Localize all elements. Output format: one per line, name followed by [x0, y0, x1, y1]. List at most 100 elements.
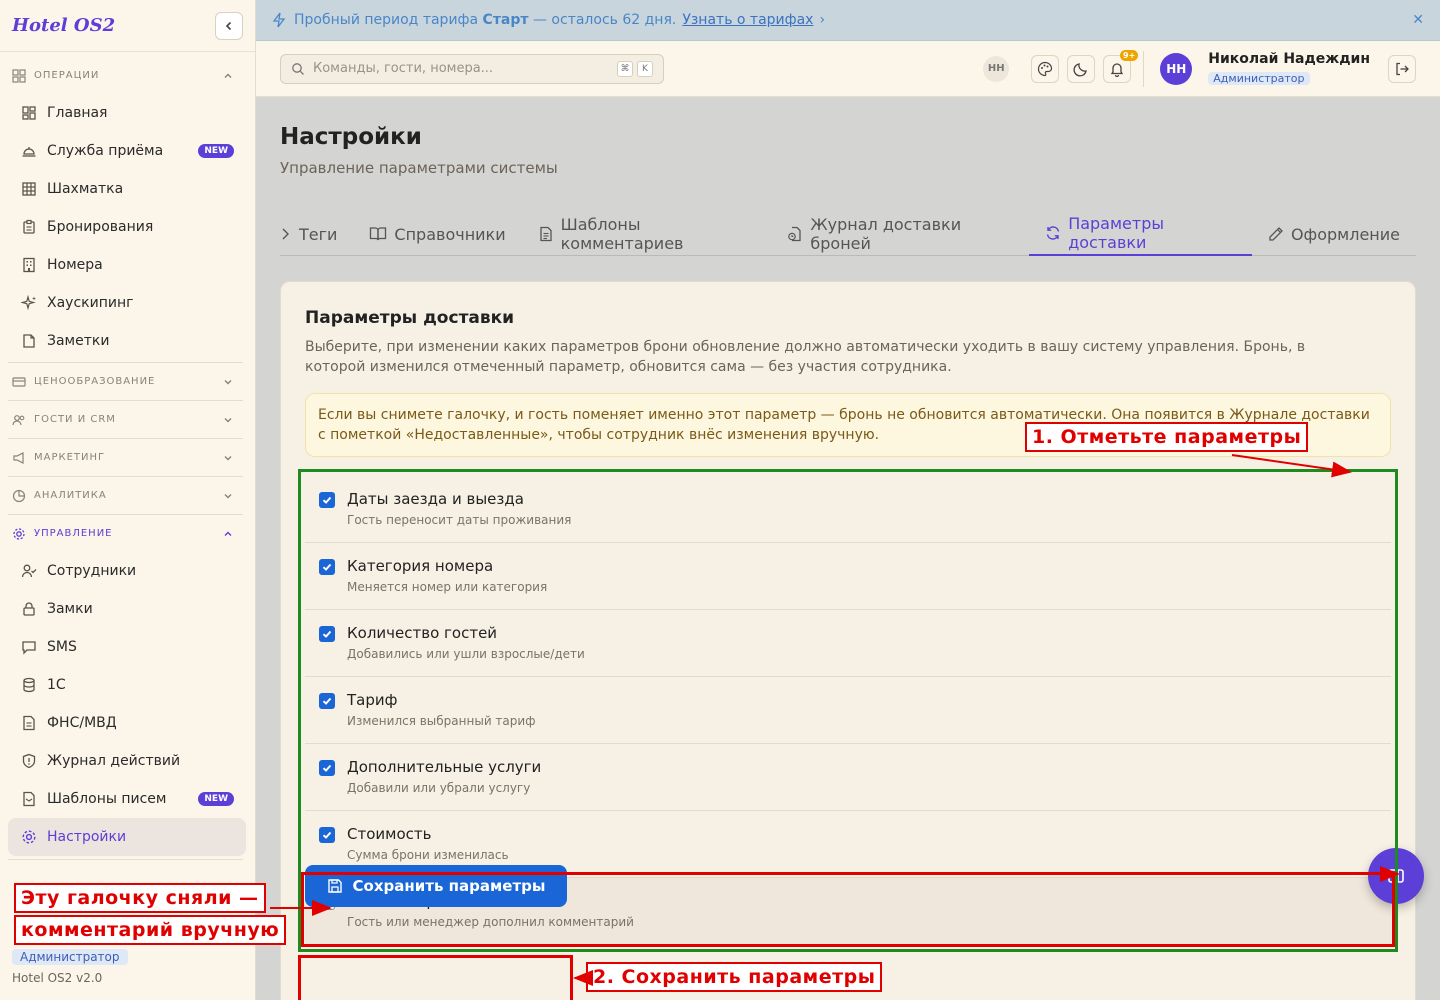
tab-delivery-log[interactable]: Журнал доставки броней — [771, 212, 1029, 256]
trial-text: Пробный период тарифа — [294, 12, 479, 28]
annotation-note-line1: Эту галочку сняли — — [14, 883, 266, 913]
sidebar-item-label: Шахматка — [47, 181, 124, 197]
trial-days-left: — осталось 62 дня. — [532, 12, 677, 28]
file-text-icon — [538, 226, 554, 242]
section-label: ОПЕРАЦИИ — [34, 70, 100, 81]
card-title: Параметры доставки — [305, 308, 515, 328]
tab-comment-templates[interactable]: Шаблоны комментариев — [522, 212, 772, 256]
chevron-down-icon — [224, 417, 232, 422]
lock-icon — [20, 600, 38, 618]
section-label: УПРАВЛЕНИЕ — [34, 528, 113, 539]
building-icon — [20, 256, 38, 274]
kbd-key: K — [637, 60, 653, 77]
search-input[interactable]: Команды, гости, номера... ⌘ K — [280, 53, 664, 84]
tab-directories[interactable]: Справочники — [353, 212, 521, 256]
moon-icon — [1073, 62, 1088, 77]
search-placeholder: Команды, гости, номера... — [313, 61, 494, 76]
page-subtitle: Управление параметрами системы — [280, 159, 558, 177]
logout-icon — [1396, 62, 1409, 75]
dashboard-icon — [20, 104, 38, 122]
user-info[interactable]: Николай Надеждин Администратор — [1208, 51, 1370, 86]
sidebar-item-label: Настройки — [47, 829, 127, 845]
annotation-comment-frame — [301, 872, 1395, 947]
sidebar-item-label: Бронирования — [47, 219, 154, 235]
chevron-up-icon — [224, 531, 232, 536]
notifications-button[interactable]: 9+ — [1103, 49, 1139, 83]
bell-desk-icon — [20, 142, 38, 160]
kbd-key: ⌘ — [617, 60, 633, 77]
chevron-down-icon — [224, 379, 232, 384]
section-marketing[interactable]: МАРКЕТИНГ — [0, 439, 247, 476]
sidebar-item-settings[interactable]: Настройки — [8, 818, 246, 856]
pencil-icon — [1268, 226, 1284, 242]
avatar[interactable]: НН — [1160, 52, 1193, 85]
grid-icon — [12, 68, 26, 83]
sidebar-item-rooms[interactable]: Номера — [8, 246, 246, 284]
user-initials[interactable]: НН — [983, 55, 1010, 82]
shortcut-hint: ⌘ K — [617, 60, 653, 77]
sidebar-item-fns-mvd[interactable]: ФНС/МВД — [8, 704, 246, 742]
topbar: Команды, гости, номера... ⌘ K НН 9+ НН Н… — [256, 41, 1440, 97]
lightning-icon — [272, 12, 286, 28]
sidebar-item-label: ФНС/МВД — [47, 715, 117, 731]
file-clock-icon — [787, 226, 803, 242]
section-label: ГОСТИ И CRM — [34, 414, 116, 425]
collapse-sidebar-button[interactable] — [215, 11, 243, 40]
sidebar-item-staff[interactable]: Сотрудники — [8, 552, 246, 590]
chart-icon — [12, 489, 26, 502]
sidebar-item-label: Главная — [47, 105, 108, 121]
tab-label: Журнал доставки броней — [810, 215, 962, 253]
theme-palette-button[interactable] — [1031, 54, 1060, 83]
tab-appearance[interactable]: Оформление — [1252, 212, 1416, 256]
sidebar-item-sms[interactable]: SMS — [8, 628, 246, 666]
section-management[interactable]: УПРАВЛЕНИЕ — [0, 515, 247, 552]
user-name: Николай Надеждин — [1208, 51, 1370, 67]
shield-icon — [20, 752, 38, 770]
sparkles-icon — [20, 294, 38, 312]
tab-label: Теги — [299, 224, 338, 244]
pricing-link[interactable]: Узнать о тарифах — [682, 12, 813, 28]
sidebar-item-housekeeping[interactable]: Хаускипинг — [8, 284, 246, 322]
chevron-up-icon — [224, 73, 232, 78]
section-operations[interactable]: ОПЕРАЦИИ — [0, 57, 247, 94]
section-label: ЦЕНООБРАЗОВАНИЕ — [34, 376, 156, 387]
tab-label: Справочники — [394, 224, 506, 244]
message-icon — [20, 638, 38, 656]
sidebar-item-label: 1C — [47, 677, 66, 693]
sidebar-item-label: Замки — [47, 601, 93, 617]
sidebar-item-label: Журнал действий — [47, 753, 181, 769]
users-icon — [12, 414, 25, 425]
document-icon — [20, 714, 38, 732]
sidebar-item-audit-log[interactable]: Журнал действий — [8, 742, 246, 780]
bell-icon — [1111, 62, 1124, 77]
sidebar-item-bookings[interactable]: Бронирования — [8, 208, 246, 246]
sidebar-item-email-templates[interactable]: Шаблоны писем NEW — [8, 780, 246, 818]
brand-logo[interactable]: Hotel OS2 — [12, 15, 115, 36]
dark-mode-button[interactable] — [1067, 54, 1096, 83]
section-guests-crm[interactable]: ГОСТИ И CRM — [0, 401, 247, 438]
tab-tags[interactable]: Теги — [280, 212, 353, 256]
sidebar-item-front-desk[interactable]: Служба приёма NEW — [8, 132, 246, 170]
palette-icon — [1038, 61, 1053, 76]
mail-template-icon — [20, 790, 38, 808]
close-banner-button[interactable]: ✕ — [1412, 12, 1424, 28]
tab-label: Параметры доставки — [1068, 214, 1165, 252]
notification-count: 9+ — [1120, 49, 1139, 61]
logout-button[interactable] — [1388, 54, 1416, 83]
gear-icon — [20, 828, 38, 846]
section-pricing[interactable]: ЦЕНООБРАЗОВАНИЕ — [0, 363, 247, 400]
section-analytics[interactable]: АНАЛИТИКА — [0, 477, 247, 514]
annotation-save-frame — [298, 955, 573, 1000]
search-icon — [292, 62, 304, 75]
sidebar-item-home[interactable]: Главная — [8, 94, 246, 132]
sidebar-item-chessboard[interactable]: Шахматка — [8, 170, 246, 208]
note-icon — [20, 332, 38, 350]
sidebar-item-locks[interactable]: Замки — [8, 590, 246, 628]
annotation-step1-label: 1. Отметьте параметры — [1025, 422, 1309, 452]
user-role-badge: Администратор — [1208, 72, 1310, 85]
brand-bar: Hotel OS2 — [0, 0, 255, 52]
tab-label: Оформление — [1290, 224, 1400, 244]
sidebar-item-1c[interactable]: 1C — [8, 666, 246, 704]
sidebar-item-notes[interactable]: Заметки — [8, 322, 246, 360]
tab-delivery-params[interactable]: Параметры доставки — [1029, 212, 1252, 256]
